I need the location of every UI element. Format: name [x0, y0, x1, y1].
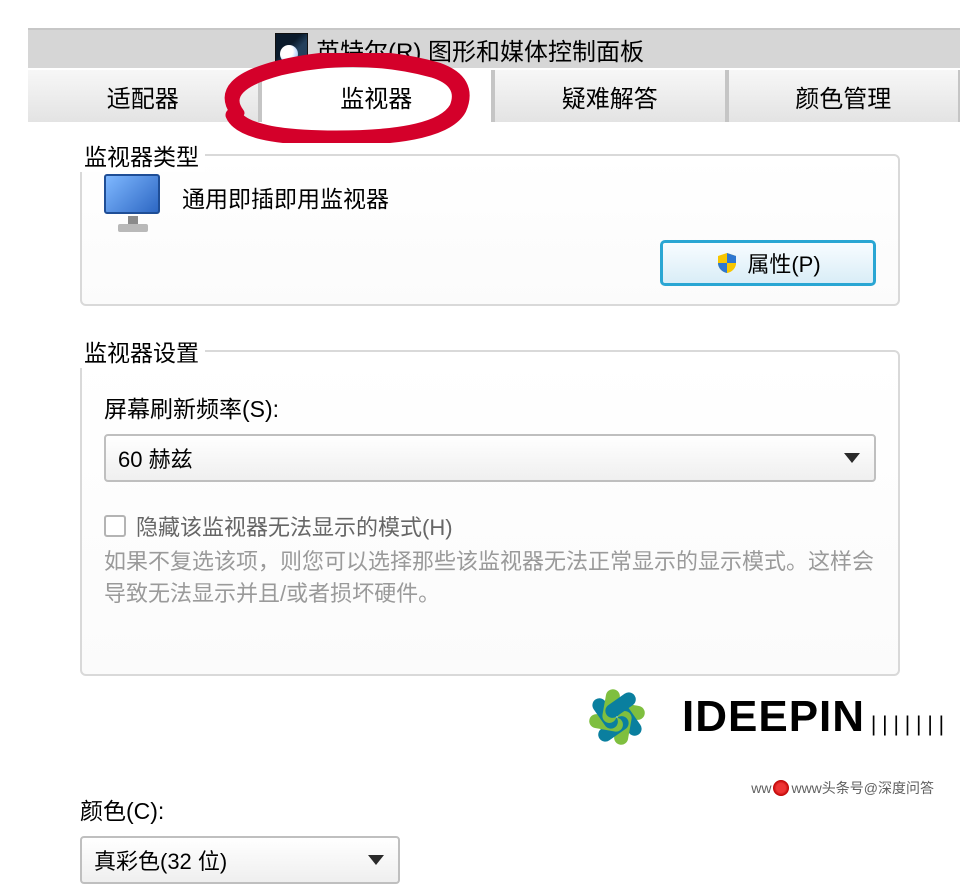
tab-color-management[interactable]: 颜色管理 — [727, 70, 961, 122]
monitor-icon — [104, 174, 170, 232]
uac-shield-icon — [715, 251, 739, 275]
tab-adapter[interactable]: 适配器 — [28, 70, 260, 122]
monitor-name: 通用即插即用监视器 — [182, 180, 389, 214]
intel-graphics-icon — [275, 33, 308, 66]
watermark-subline: wwwww头条号@深度问答 — [751, 778, 934, 798]
tab-bar: 适配器 监视器 疑难解答 颜色管理 — [28, 70, 960, 122]
hide-modes-hint: 如果不复选该项，则您可以选择那些该监视器无法正常显示的显示模式。这样会导致无法显… — [104, 546, 876, 610]
hide-modes-checkbox[interactable] — [104, 515, 126, 537]
tab-troubleshoot[interactable]: 疑难解答 — [493, 70, 727, 122]
properties-button[interactable]: 属性(P) — [660, 240, 876, 286]
group-monitor-settings: 监视器设置 屏幕刷新频率(S): 60 赫兹 隐藏该监视器无法显示的模式(H) … — [80, 350, 900, 676]
hide-modes-row: 隐藏该监视器无法显示的模式(H) — [104, 510, 876, 542]
tab-label: 监视器 — [340, 79, 412, 114]
group-legend-monitor-settings: 监视器设置 — [78, 334, 205, 368]
button-label: 属性(P) — [747, 247, 820, 279]
refresh-rate-select[interactable]: 60 赫兹 — [104, 434, 876, 482]
window-title: 英特尔(R) 图形和媒体控制面板 — [316, 32, 644, 67]
hide-modes-label: 隐藏该监视器无法显示的模式(H) — [136, 510, 453, 542]
select-value: 真彩色(32 位) — [94, 844, 227, 876]
refresh-rate-label: 屏幕刷新频率(S): — [104, 390, 876, 424]
window-header: 英特尔(R) 图形和媒体控制面板 — [28, 28, 960, 68]
chevron-down-icon — [368, 855, 384, 865]
tab-label: 适配器 — [107, 79, 179, 114]
toutiao-icon — [773, 780, 789, 796]
group-legend-monitor-type: 监视器类型 — [78, 138, 205, 172]
tab-monitor[interactable]: 监视器 — [260, 70, 494, 122]
group-color: 颜色(C): 真彩色(32 位) — [80, 788, 440, 884]
group-monitor-type: 监视器类型 通用即插即用监视器 属性(P) — [80, 154, 900, 306]
tab-label: 颜色管理 — [795, 79, 891, 114]
color-depth-select[interactable]: 真彩色(32 位) — [80, 836, 400, 884]
tab-panel-monitor: 监视器类型 通用即插即用监视器 属性(P) 监视器设置 屏幕刷新频率(S): — [28, 122, 960, 800]
select-value: 60 赫兹 — [118, 442, 193, 474]
color-label: 颜色(C): — [80, 792, 440, 826]
tab-label: 疑难解答 — [562, 79, 658, 114]
chevron-down-icon — [844, 453, 860, 463]
